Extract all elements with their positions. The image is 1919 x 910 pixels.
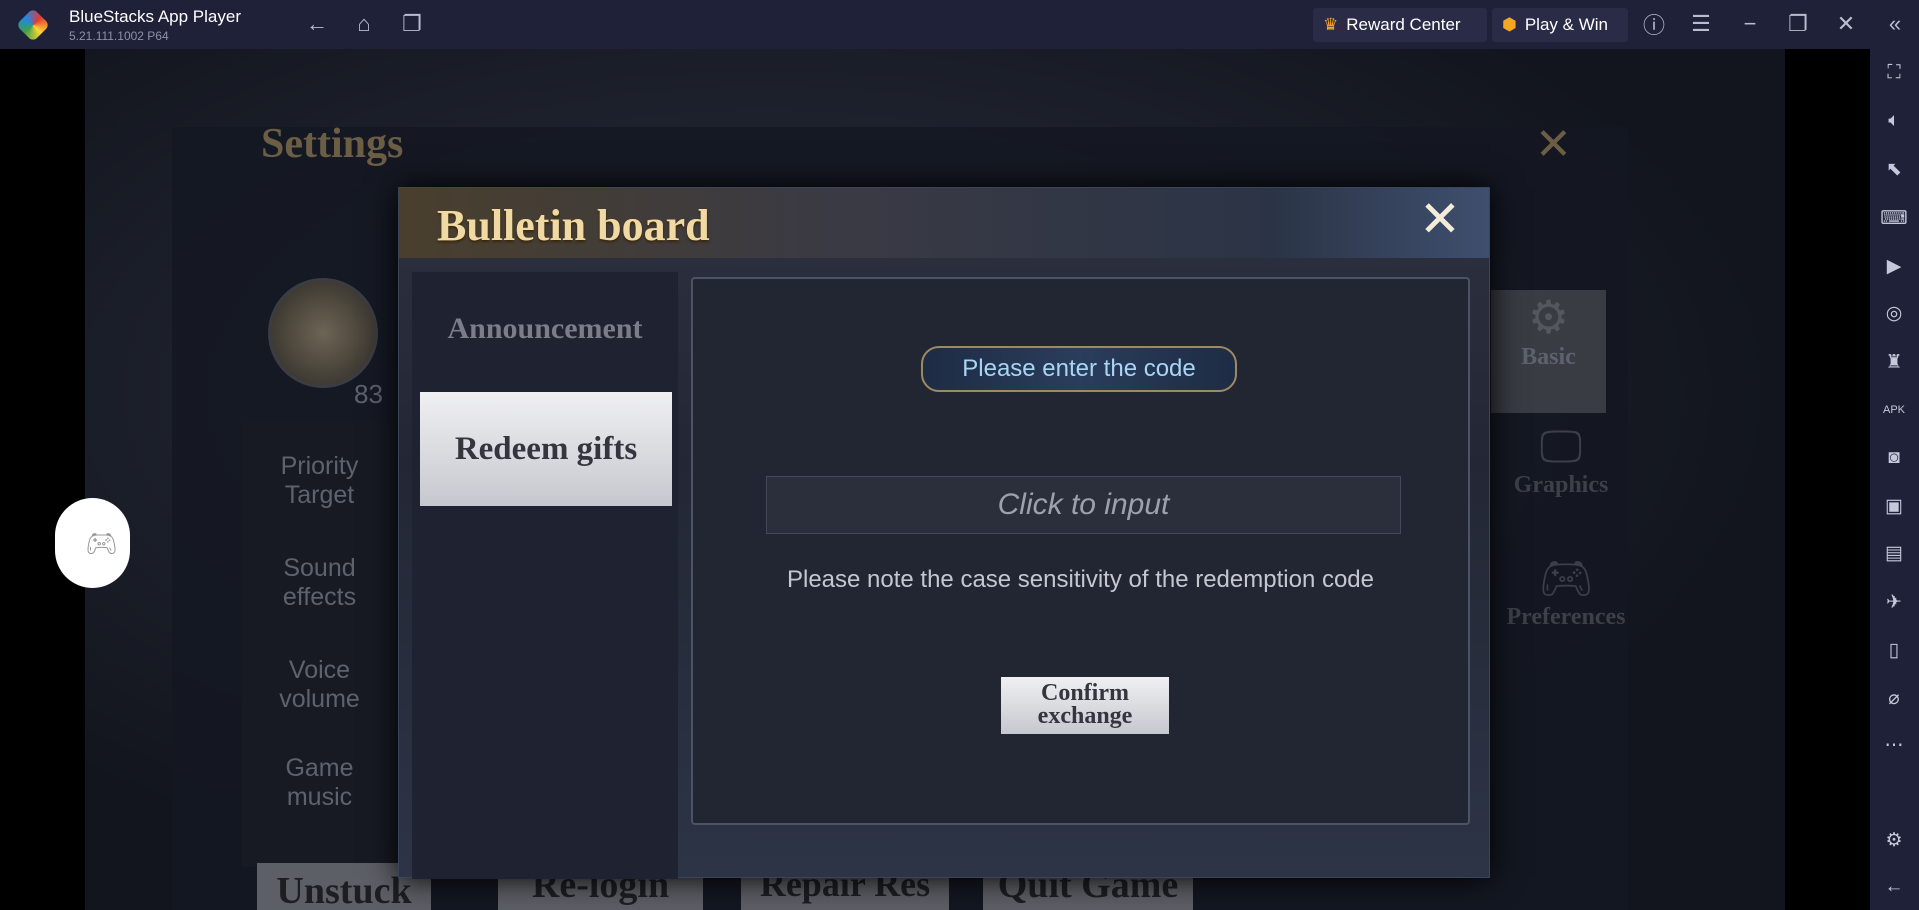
redeem-panel: Please enter the code Click to input Ple… (691, 277, 1470, 825)
gamepad-float-button[interactable]: 🎮︎ (55, 498, 130, 588)
avatar[interactable] (268, 278, 378, 388)
tab-basic[interactable]: ⚙ Basic (1491, 290, 1606, 413)
case-sensitivity-note: Please note the case sensitivity of the … (786, 566, 1374, 593)
play-win-icon: ⬢ (1502, 15, 1517, 34)
minimize-icon[interactable]: − (1736, 10, 1764, 38)
play-win-label: Play & Win (1524, 15, 1608, 34)
tab-basic-label: Basic (1521, 344, 1576, 370)
rotate-icon[interactable]: ▯ (1880, 636, 1908, 664)
menu-game-music[interactable]: Game music (242, 754, 397, 812)
tab-preferences[interactable]: 🎮︎ Preferences (1491, 552, 1641, 682)
menu-voice-volume[interactable]: Voice volume (242, 656, 397, 714)
game-viewport[interactable]: 🎮︎ Settings ✕ 83 Priority Target Sound e… (0, 49, 1870, 910)
airplane-mode-icon[interactable]: ✈ (1880, 588, 1908, 616)
reward-center-label: Reward Center (1346, 15, 1461, 34)
home-icon[interactable]: ⌂ (350, 10, 378, 38)
bulletin-board-dialog: Bulletin board ✕ Announcement Redeem gif… (398, 187, 1490, 879)
tab-preferences-label: Preferences (1506, 604, 1626, 630)
dialog-close-icon[interactable]: ✕ (1419, 190, 1461, 248)
volume-icon[interactable]: 🔈︎ (1880, 107, 1908, 135)
tab-redeem-gifts[interactable]: Redeem gifts (420, 392, 672, 506)
close-icon[interactable]: ✕ (1832, 10, 1860, 38)
restore-icon[interactable]: ❐ (1784, 10, 1812, 38)
menu-priority-target[interactable]: Priority Target (242, 452, 397, 510)
more-icon[interactable]: ⋯ (1880, 731, 1908, 759)
tab-announcement[interactable]: Announcement (412, 312, 678, 346)
back-icon[interactable]: ← (1880, 873, 1908, 901)
menu-sound-effects[interactable]: Sound effects (242, 554, 397, 612)
bluestacks-logo (16, 8, 50, 42)
menu-icon[interactable]: ☰ (1687, 10, 1715, 38)
back-icon[interactable]: ← (303, 10, 331, 38)
code-input[interactable]: Click to input (766, 476, 1401, 534)
record-icon[interactable]: ▣ (1880, 492, 1908, 520)
app-version: 5.21.111.1002 P64 (69, 29, 169, 43)
code-label-banner: Please enter the code (921, 346, 1237, 392)
dialog-title: Bulletin board (437, 201, 710, 250)
reward-center-button[interactable]: ♛ Reward Center (1313, 8, 1487, 42)
play-win-button[interactable]: ⬢ Play & Win (1492, 8, 1628, 42)
tab-graphics-label: Graphics (1513, 472, 1609, 498)
settings-menu: Priority Target Sound effects Voice volu… (242, 422, 397, 867)
player-level: 83 (354, 379, 383, 409)
apk-install-icon[interactable]: APK (1880, 396, 1908, 424)
gear-icon: ⚙ (1527, 291, 1570, 343)
media-folder-icon[interactable]: ▤ (1880, 539, 1908, 567)
gamepad-gear-icon: 🎮︎ (1538, 554, 1594, 603)
help-icon[interactable]: ⓘ (1640, 10, 1668, 38)
settings-icon[interactable]: ⚙ (1880, 826, 1908, 854)
fullscreen-icon[interactable]: ⛶ (1880, 59, 1908, 87)
macro-icon[interactable]: ▶ (1880, 252, 1908, 280)
keyboard-icon[interactable]: ⌨ (1880, 204, 1908, 232)
settings-title: Settings (261, 121, 404, 167)
sync-icon[interactable]: ◎ (1880, 299, 1908, 327)
app-name: BlueStacks App Player (69, 7, 241, 26)
multi-instance-icon[interactable]: ❐ (398, 10, 426, 38)
title-bar: BlueStacks App Player 5.21.111.1002 P64 … (0, 0, 1919, 49)
tab-graphics[interactable]: 🖵︎ Graphics (1491, 422, 1631, 552)
confirm-exchange-button[interactable]: Confirm exchange (1001, 677, 1169, 734)
pointer-icon[interactable]: ⬉ (1880, 155, 1908, 183)
bulletin-tabs: Announcement Redeem gifts (412, 272, 678, 879)
settings-close-icon[interactable]: ✕ (1535, 119, 1572, 170)
game-controls-icon[interactable]: ♜ (1880, 348, 1908, 376)
crown-icon: ♛ (1323, 15, 1339, 34)
eco-mode-icon[interactable]: ⌀ (1880, 684, 1908, 712)
monitor-icon: 🖵︎ (1539, 422, 1583, 471)
screenshot-icon[interactable]: ◙ (1880, 444, 1908, 472)
collapse-sidebar-icon[interactable]: « (1881, 10, 1909, 38)
right-sidebar: ⛶ 🔈︎ ⬉ ⌨ ▶ ◎ ♜ APK ◙ ▣ ▤ ✈ ▯ ⌀ ⋯ ⚙ ← (1870, 49, 1919, 910)
